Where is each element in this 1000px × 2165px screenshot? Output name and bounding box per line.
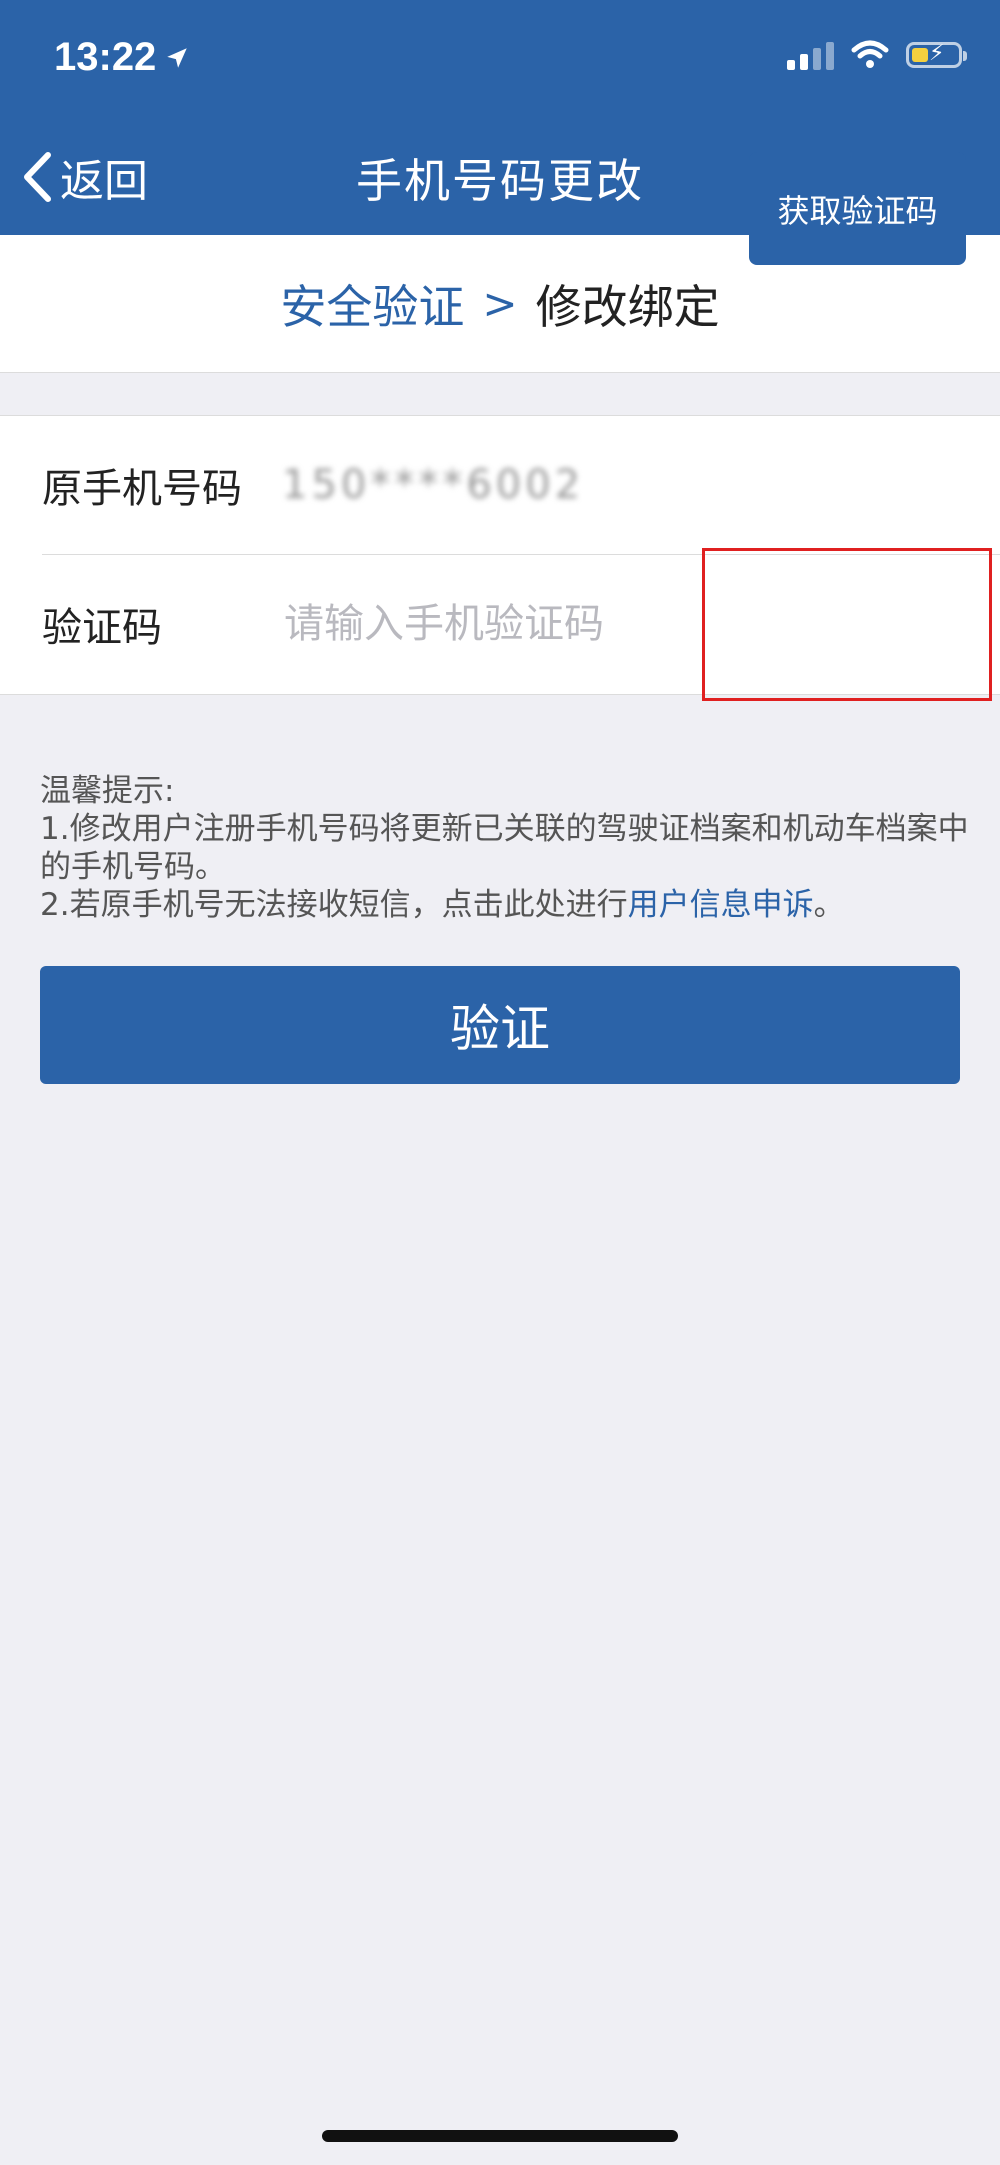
- home-indicator: [322, 2130, 678, 2142]
- tips-line-2: 2.若原手机号无法接收短信，点击此处进行用户信息申诉。: [40, 886, 970, 924]
- verification-code-input[interactable]: [282, 600, 686, 648]
- cellular-signal-icon: [787, 40, 834, 70]
- tips-line-1: 1.修改用户注册手机号码将更新已关联的驾驶证档案和机动车档案中的手机号码。: [40, 811, 969, 885]
- phone-row: 原手机号码 150****6002: [42, 416, 1000, 555]
- status-time: 13:22: [54, 35, 190, 80]
- status-time-text: 13:22: [54, 35, 157, 79]
- code-row: 验证码: [42, 555, 1000, 693]
- verify-button[interactable]: 验证: [40, 966, 960, 1084]
- phone-value: 150****6002: [282, 462, 585, 508]
- wifi-icon: [851, 40, 889, 68]
- user-info-appeal-link[interactable]: 用户信息申诉: [628, 887, 814, 923]
- battery-icon: ⚡: [906, 41, 967, 68]
- verification-form: 原手机号码 150****6002 验证码: [0, 415, 1000, 695]
- step-current: 安全验证: [280, 279, 465, 334]
- location-arrow-icon: [167, 47, 188, 68]
- step-separator: >: [482, 279, 518, 328]
- get-code-button[interactable]: 获取验证码: [749, 152, 966, 265]
- tips: 温馨提示: 1.修改用户注册手机号码将更新已关联的驾驶证档案和机动车档案中的手机…: [40, 772, 970, 924]
- code-label: 验证码: [42, 605, 162, 651]
- status-indicators: ⚡: [787, 40, 967, 70]
- tips-title: 温馨提示:: [40, 773, 175, 809]
- phone-label: 原手机号码: [42, 466, 242, 512]
- step-next: 修改绑定: [535, 279, 720, 334]
- tips-line-2-suffix: 。: [813, 887, 845, 923]
- tips-line-2-text: 2.若原手机号无法接收短信，点击此处进行: [40, 887, 628, 923]
